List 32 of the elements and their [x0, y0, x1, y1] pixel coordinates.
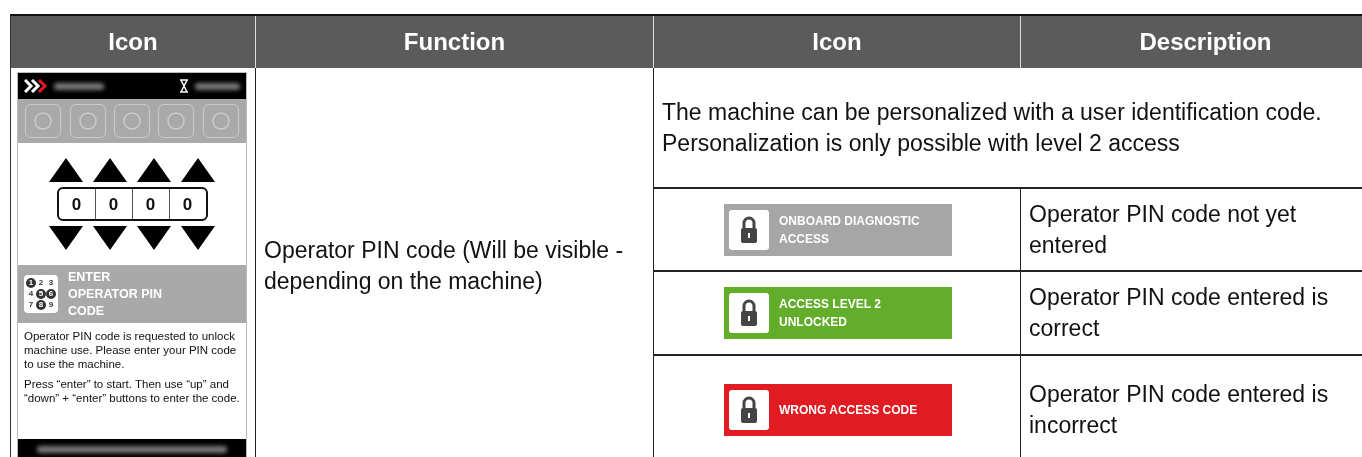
pin-entry: 0 0 0 0 [56, 187, 208, 221]
blurred-text [54, 82, 104, 90]
down-arrow-icon [136, 225, 172, 251]
access-status-badge: ONBOARD DIAGNOSTIC ACCESS [724, 203, 952, 256]
description-text: Operator PIN code entered is incorrect [1028, 380, 1330, 440]
down-arrow-icon [48, 225, 84, 251]
up-arrow-icon [92, 157, 128, 183]
description-text: Operator PIN code not yet entered [1028, 199, 1298, 260]
up-arrow-icon [180, 157, 216, 183]
down-arrow-icon [92, 225, 128, 251]
column-header: Description [1021, 16, 1362, 68]
padlock-icon [740, 215, 758, 244]
banner-text: ENTER OPERATOR PIN CODE [68, 268, 163, 320]
description-text: Operator PIN code entered is correct [1028, 283, 1330, 343]
intro-text: The machine can be personalized with a user identification code. Personalization is only possible with level 2 access [661, 97, 1323, 158]
function-text: Operator PIN code (Will be visible - depending on the machine) [263, 236, 625, 296]
column-header: Function [256, 16, 654, 68]
column-header: Icon [654, 16, 1021, 68]
column-header: Icon [11, 16, 256, 68]
access-status-badge: ACCESS LEVEL 2 UNLOCKED [724, 287, 952, 339]
up-arrow-icon [136, 157, 172, 183]
access-status-badge: WRONG ACCESS CODE [724, 384, 952, 436]
keypad-icon: 1 2 3 4 5 6 7 8 9 [24, 275, 58, 313]
padlock-icon [740, 396, 758, 424]
down-arrow-icon [180, 225, 216, 251]
blurred-text [195, 82, 240, 90]
instruction-text: Press “enter” to start. Then use “up” and “down” + “enter” buttons to enter the code. [24, 377, 240, 405]
chevron-icon [24, 79, 48, 93]
up-arrow-icon [48, 157, 84, 183]
padlock-icon [740, 299, 758, 327]
hourglass-icon [179, 79, 189, 93]
instruction-text: Operator PIN code is requested to unlock machine use. Please enter your PIN code to use the machine. [24, 329, 238, 371]
